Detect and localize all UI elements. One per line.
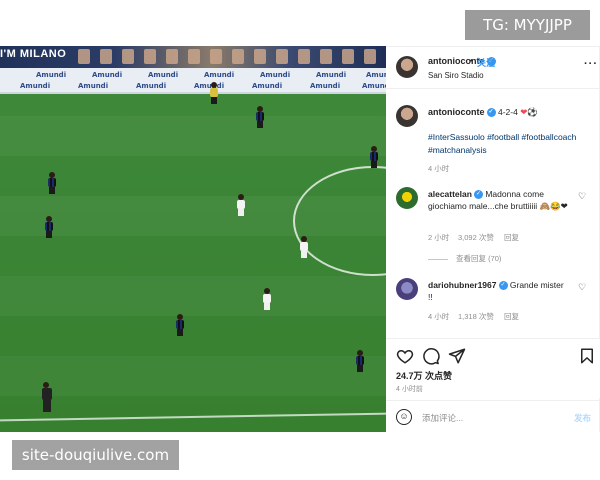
add-comment-bar: ☺ 添加评论... 发布: [386, 400, 600, 433]
likes-count[interactable]: 24.7万 次点赞: [396, 369, 452, 382]
verified-icon: ✓: [486, 108, 496, 118]
action-bar: 24.7万 次点赞 4 小时前: [386, 338, 600, 398]
like-comment-heart-icon[interactable]: ♡: [578, 282, 586, 293]
watermark-top: TG: MYYJJPP: [465, 10, 590, 40]
comment-time: 2 小时: [428, 233, 450, 242]
comment-username[interactable]: alecattelan: [428, 189, 472, 199]
separator-dot: •: [470, 56, 473, 65]
player-sassuolo: [263, 288, 271, 310]
share-icon[interactable]: [448, 347, 466, 365]
comment-avatar[interactable]: [396, 278, 418, 300]
view-replies-button[interactable]: 查看回复 (70): [428, 253, 501, 264]
player-referee: [210, 82, 218, 104]
reply-button[interactable]: 回复: [504, 311, 519, 322]
like-heart-icon[interactable]: [396, 347, 414, 365]
player-inter: [356, 350, 364, 372]
comment-input[interactable]: 添加评论...: [422, 412, 463, 424]
reply-button[interactable]: 回复: [504, 232, 519, 243]
more-options-icon[interactable]: ···: [584, 58, 598, 70]
avatar[interactable]: [396, 56, 418, 78]
comment-username[interactable]: dariohubner1967: [428, 280, 497, 290]
comment-avatar[interactable]: [396, 187, 418, 209]
post-side-panel: antonioconte ✓ • 关注 San Siro Stadio ··· a…: [386, 46, 600, 432]
video-player[interactable]: I'M MILANO Amundi Amundi Amundi Amundi A…: [0, 46, 386, 432]
comment-item: dariohubner1967 ✓ Grande mister !!: [428, 279, 568, 303]
player-inter: [370, 146, 378, 168]
touchline: [0, 412, 386, 422]
verified-icon: ✓: [473, 190, 483, 200]
center-circle: [293, 166, 386, 276]
comment-emojis: 🙈😂❤: [539, 201, 568, 211]
coach-figure: [42, 382, 52, 412]
like-comment-heart-icon[interactable]: ♡: [578, 191, 586, 202]
post-time: 4 小时前: [396, 386, 423, 393]
post-header: antonioconte ✓ • 关注 San Siro Stadio ···: [386, 47, 600, 89]
stadium-stand: I'M MILANO: [0, 46, 386, 68]
post-comment-button[interactable]: 发布: [574, 412, 591, 424]
hashtags[interactable]: #InterSassuolo #football #footballcoach …: [428, 131, 588, 157]
follow-button[interactable]: 关注: [477, 56, 495, 69]
advertising-boards: Amundi Amundi Amundi Amundi Amundi Amund…: [0, 68, 386, 94]
caption-avatar[interactable]: [396, 105, 418, 127]
emoji-icon[interactable]: ☺: [396, 409, 412, 425]
player-sassuolo: [237, 194, 245, 216]
verified-icon: ✓: [498, 281, 508, 291]
player-inter: [45, 216, 53, 238]
location-link[interactable]: San Siro Stadio: [428, 71, 484, 80]
player-sassuolo: [300, 236, 308, 258]
caption-time: 4 小时: [428, 164, 450, 173]
caption-username[interactable]: antonioconte ✓: [428, 107, 496, 118]
comment-time: 4 小时: [428, 312, 450, 321]
player-inter: [48, 172, 56, 194]
caption-text: 4-2-4 ❤⚽: [498, 107, 538, 117]
bookmark-icon[interactable]: [578, 347, 596, 365]
comment-likes[interactable]: 1,318 次赞: [458, 311, 494, 322]
player-inter: [176, 314, 184, 336]
watermark-bottom: site-douqiulive.com: [12, 440, 179, 470]
stand-banner-text: I'M MILANO: [0, 48, 67, 60]
comment-icon[interactable]: [422, 347, 440, 365]
comment-likes[interactable]: 3,092 次赞: [458, 232, 494, 243]
comment-item: alecattelan ✓ Madonna come giochiamo male…: [428, 188, 568, 212]
soccer-ball-emoji: ⚽: [527, 107, 538, 117]
player-inter: [256, 106, 264, 128]
